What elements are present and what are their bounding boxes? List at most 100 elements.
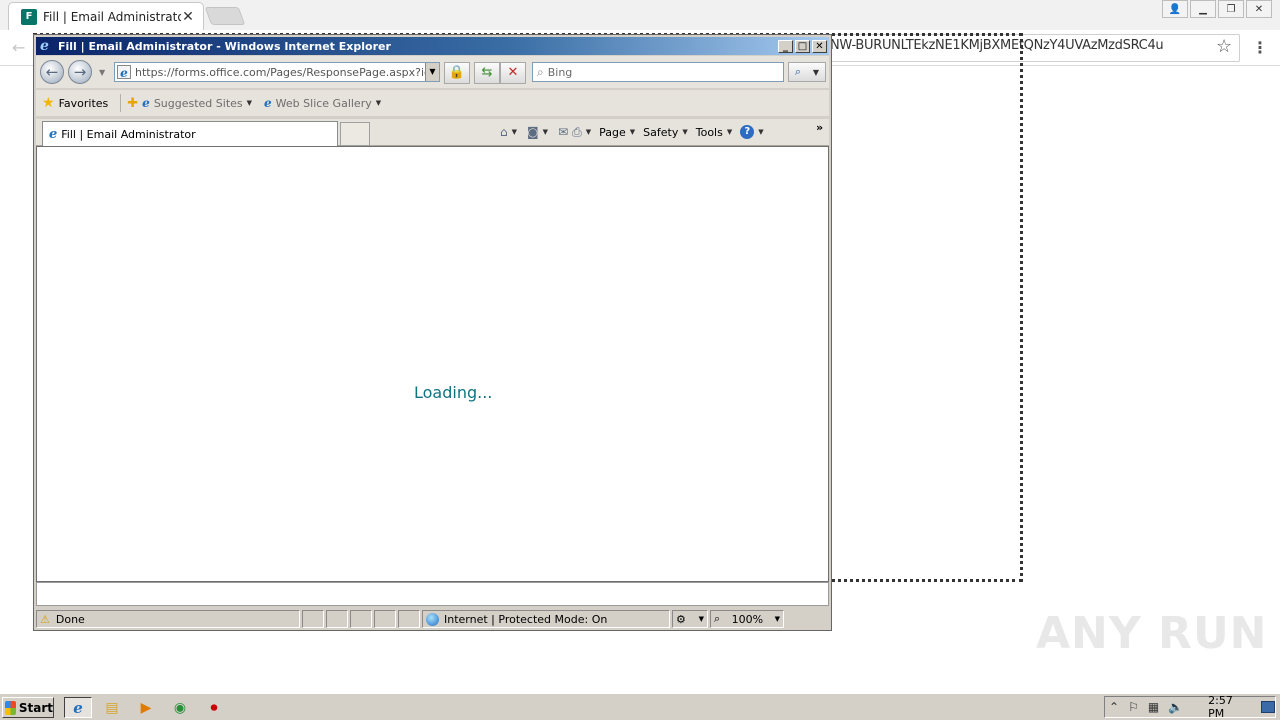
bookmark-star-icon[interactable]: ☆: [1216, 36, 1232, 57]
web-slice-gallery-label: Web Slice Gallery: [275, 96, 372, 110]
ie-address-bar[interactable]: e https://forms.office.com/Pages/Respons…: [114, 62, 440, 82]
ie-search-box[interactable]: ⌕ Bing: [532, 62, 784, 82]
mail-icon[interactable]: ✉: [558, 125, 568, 139]
zoom-icon: ⌕: [714, 612, 721, 625]
help-dropdown-icon[interactable]: ▼: [758, 128, 763, 136]
ie-navigation-bar: ← → ▼ e https://forms.office.com/Pages/R…: [36, 56, 829, 88]
chrome-tab[interactable]: F Fill | Email Administrator ✕: [8, 2, 204, 30]
suggested-sites-label: Suggested Sites: [153, 96, 243, 110]
close-icon[interactable]: ✕: [181, 9, 195, 25]
ie-minimize-button[interactable]: _: [778, 39, 793, 53]
taskbar-ie-icon[interactable]: e: [64, 697, 92, 718]
chevron-down-icon: ▼: [375, 99, 382, 107]
zoom-control[interactable]: ⌕ 100% ▼: [710, 610, 784, 628]
taskbar-stop-icon[interactable]: ⏺: [200, 697, 228, 718]
chevron-down-icon: ▼: [698, 615, 704, 623]
tools-dropdown-icon[interactable]: ▼: [727, 128, 732, 136]
security-zone-text: Internet | Protected Mode: On: [444, 612, 608, 626]
back-arrow-icon[interactable]: ←: [12, 38, 25, 57]
more-commands-chevron-icon[interactable]: »: [816, 121, 823, 134]
page-menu[interactable]: Page: [599, 126, 626, 139]
favorites-star-icon: ★: [42, 95, 55, 111]
ie-forward-button[interactable]: →: [68, 60, 92, 84]
ie-tab-title: Fill | Email Administrator: [61, 127, 196, 141]
warning-icon: ⚠: [40, 612, 50, 626]
add-to-favorites-icon[interactable]: ✚: [127, 96, 138, 111]
restore-button[interactable]: ❐: [1218, 0, 1244, 18]
action-center-flag-icon[interactable]: ⚐: [1128, 700, 1139, 714]
feeds-dropdown-icon[interactable]: ▼: [543, 128, 548, 136]
ie-favorites-bar: ★ Favorites ✚ e Suggested Sites ▼ e Web …: [36, 90, 829, 116]
home-icon[interactable]: ⌂: [500, 125, 508, 139]
favorites-separator: [120, 94, 122, 112]
refresh-icon[interactable]: ⇆: [474, 62, 500, 84]
globe-icon: [426, 612, 439, 626]
chevron-down-icon: ▼: [246, 99, 253, 107]
chrome-menu-icon[interactable]: ⋮: [1252, 38, 1268, 57]
system-tray: ⌃ ⚐ ▦ 🔈 2:57 PM: [1104, 694, 1276, 720]
ie-new-tab-button[interactable]: [340, 122, 370, 146]
ie-page-icon: e: [142, 96, 150, 110]
close-window-button[interactable]: ✕: [1246, 0, 1272, 18]
print-icon[interactable]: ⎙: [572, 125, 582, 140]
ie-page-icon: e: [49, 126, 58, 142]
taskbar-media-player-icon[interactable]: ▶: [132, 697, 160, 718]
forms-favicon-icon: F: [21, 8, 37, 25]
search-icon: ⌕: [537, 64, 544, 79]
search-placeholder: Bing: [547, 65, 573, 79]
loading-text: Loading...: [414, 383, 493, 402]
ie-back-button[interactable]: ←: [40, 60, 64, 84]
status-text: Done: [55, 612, 85, 626]
windows-flag-icon: [5, 700, 16, 715]
safety-dropdown-icon[interactable]: ▼: [682, 128, 687, 136]
chevron-down-icon: ▼: [774, 615, 780, 623]
status-pane: [374, 610, 396, 628]
ie-address-url[interactable]: https://forms.office.com/Pages/ResponseP…: [135, 66, 425, 79]
ie-titlebar[interactable]: e Fill | Email Administrator - Windows I…: [36, 37, 829, 55]
chrome-window-controls: 👤 ▁ ❐ ✕: [1160, 0, 1272, 18]
feeds-icon[interactable]: ◙: [527, 125, 539, 139]
ie-close-button[interactable]: ✕: [812, 39, 827, 53]
ie-window: e Fill | Email Administrator - Windows I…: [33, 34, 832, 631]
search-button[interactable]: ⌕ ▼: [788, 62, 826, 82]
home-dropdown-icon[interactable]: ▼: [512, 128, 517, 136]
ie-page-content: Loading...: [36, 146, 829, 582]
stop-icon[interactable]: ✕: [500, 62, 526, 84]
status-pane: [398, 610, 420, 628]
show-desktop-button[interactable]: [1261, 701, 1275, 713]
horizontal-scrollbar[interactable]: [36, 582, 829, 606]
zoom-level: 100%: [731, 612, 764, 626]
ie-tab[interactable]: e Fill | Email Administrator: [42, 121, 338, 146]
page-icon: e: [117, 65, 131, 80]
lock-icon[interactable]: 🔒: [444, 62, 470, 84]
new-tab-button[interactable]: [204, 7, 246, 25]
volume-icon[interactable]: 🔈: [1168, 700, 1183, 714]
print-dropdown-icon[interactable]: ▼: [586, 128, 591, 136]
suggested-sites-link[interactable]: e Suggested Sites ▼: [142, 96, 252, 110]
favorites-button[interactable]: Favorites: [59, 97, 109, 110]
taskbar-explorer-icon[interactable]: ▤: [98, 697, 126, 718]
tools-menu[interactable]: Tools: [696, 126, 723, 139]
minimize-button[interactable]: ▁: [1190, 0, 1216, 18]
taskbar-chrome-icon[interactable]: ◉: [166, 697, 194, 718]
show-hidden-icons-icon[interactable]: ⌃: [1109, 700, 1119, 714]
start-button[interactable]: Start: [2, 697, 54, 718]
web-slice-gallery-link[interactable]: e Web Slice Gallery ▼: [264, 96, 381, 110]
protected-mode-cell[interactable]: ⚙ ▼: [672, 610, 708, 628]
ie-window-title: Fill | Email Administrator - Windows Int…: [58, 39, 391, 53]
ie-maximize-button[interactable]: □: [795, 39, 810, 53]
clock[interactable]: 2:57 PM: [1208, 694, 1245, 720]
security-zone-cell[interactable]: Internet | Protected Mode: On: [422, 610, 670, 628]
network-icon[interactable]: ▦: [1148, 700, 1159, 714]
history-dropdown-icon[interactable]: ▼: [99, 68, 105, 77]
start-label: Start: [18, 700, 53, 715]
search-options-dropdown-icon[interactable]: ▼: [813, 68, 819, 77]
address-dropdown-icon[interactable]: ▼: [425, 63, 439, 81]
safety-menu[interactable]: Safety: [643, 126, 678, 139]
profile-icon[interactable]: 👤: [1162, 0, 1188, 18]
chrome-tab-title: Fill | Email Administrator: [43, 9, 181, 24]
page-dropdown-icon[interactable]: ▼: [630, 128, 635, 136]
magnifier-icon: ⌕: [794, 65, 802, 78]
chrome-tab-bar: F Fill | Email Administrator ✕ 👤 ▁ ❐ ✕: [0, 0, 1280, 30]
help-icon[interactable]: ?: [740, 125, 755, 139]
